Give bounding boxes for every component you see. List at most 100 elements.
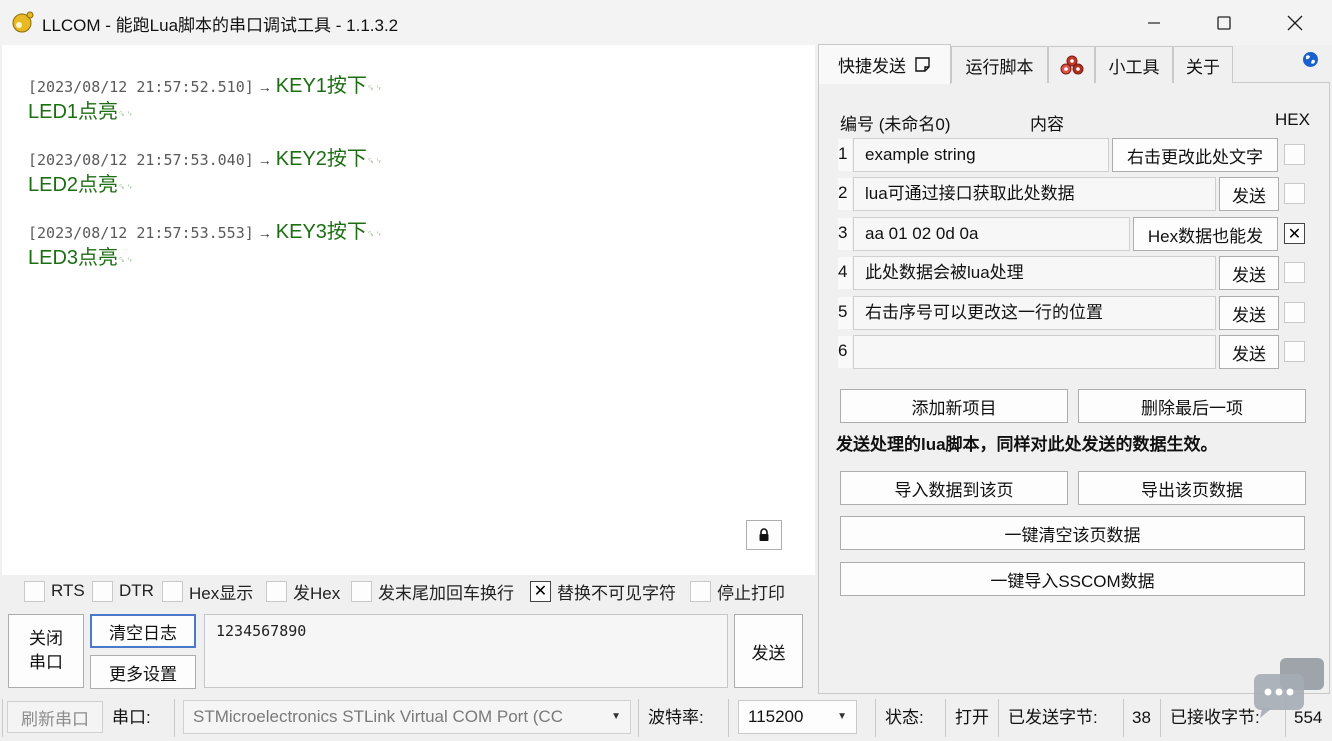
hex-checkbox[interactable] [1284,183,1305,204]
tab-about[interactable]: 关于 [1173,46,1233,83]
log-message: LED2点亮 [28,174,119,196]
arrow-icon: → [257,79,272,95]
log-line: LED3点亮␍␊ [28,245,383,271]
option-checkbox[interactable]: ✕ 替换不可见字符 [530,578,676,604]
status-separator [728,699,729,737]
baud-select[interactable]: 115200 ▼ [738,700,857,734]
lua-note: 发送处理的lua脚本，同样对此处发送的数据生效。 [836,435,1218,454]
crlf-icon: ␍␊ [118,182,135,192]
row-send-button[interactable]: 发送 [1219,256,1279,290]
quick-send-panel [818,82,1330,694]
clear-log-button[interactable]: 清空日志 [90,614,196,648]
hex-checkbox-checked[interactable]: ✕ [1284,223,1305,244]
tab-quick-send[interactable]: 快捷发送 [818,44,951,84]
crlf-icon: ␍␊ [118,255,135,265]
status-separator [875,699,876,737]
log-line: [2023/08/12 21:57:53.553] → KEY3按下␍␊ [28,219,383,245]
crlf-icon: ␍␊ [366,229,384,239]
lock-scroll-button[interactable] [746,520,782,550]
status-separator [945,699,946,737]
log-entry: [2023/08/12 21:57:53.040] → KEY2按下␍␊ LED2点亮… [28,146,383,198]
row-send-button[interactable]: 发送 [1219,177,1279,211]
option-label: 发Hex [293,583,341,603]
row-number[interactable]: 6 [838,336,852,368]
tab-tools[interactable]: 小工具 [1095,46,1173,83]
edit-note-icon [915,57,930,72]
checkbox-checked-icon[interactable]: ✕ [530,580,551,602]
row-number[interactable]: 3 [838,218,852,250]
row-send-button[interactable]: Hex数据也能发 [1133,217,1278,251]
row-content-field[interactable]: 右击序号可以更改这一行的位置 [853,296,1216,330]
checkbox-icon[interactable] [92,580,113,602]
chat-bubble-icon [1254,658,1324,718]
option-checkbox[interactable]: Hex显示 [162,578,253,604]
baud-value: 115200 [748,707,804,726]
chevron-down-icon: ▼ [837,711,847,722]
tab-cubes[interactable] [1048,46,1095,83]
minimize-button[interactable] [1124,0,1184,45]
hex-checkbox[interactable] [1284,341,1305,362]
checkbox-icon[interactable] [266,580,287,602]
clear-page-button[interactable]: 一键清空该页数据 [840,516,1305,550]
cubes-icon [1060,55,1083,75]
log-line: LED2点亮␍␊ [28,172,383,198]
close-port-button[interactable]: 关闭 串口 [8,614,84,688]
row-send-button[interactable]: 右击更改此处文字 [1112,138,1278,172]
row-send-button[interactable]: 发送 [1219,335,1279,369]
import-sscom-button[interactable]: 一键导入SSCOM数据 [840,562,1305,596]
row-content-field[interactable] [853,335,1216,369]
port-select[interactable]: STMicroelectronics STLink Virtual COM Po… [183,700,631,734]
maximize-button[interactable] [1194,0,1254,45]
add-item-button[interactable]: 添加新项目 [840,389,1068,423]
refresh-port-button[interactable]: 刷新串口 [7,701,103,733]
send-text-input[interactable]: 1234567890 [204,614,728,688]
tab-run-script[interactable]: 运行脚本 [951,46,1048,83]
row-content-field[interactable]: example string [853,138,1109,172]
hex-checkbox[interactable] [1284,302,1305,323]
option-checkbox[interactable]: RTS [24,578,85,604]
export-data-button[interactable]: 导出该页数据 [1078,471,1306,505]
send-button[interactable]: 发送 [734,614,803,688]
close-window-button[interactable] [1265,0,1325,45]
row-number[interactable]: 5 [838,297,852,329]
row-number[interactable]: 1 [838,139,852,171]
option-checkbox[interactable]: DTR [92,578,154,604]
checkbox-icon[interactable] [162,580,183,602]
option-checkbox[interactable]: 停止打印 [690,578,785,604]
minimize-icon [1148,21,1160,24]
option-checkbox[interactable]: 发末尾加回车换行 [351,578,514,604]
arrow-icon: → [257,225,272,241]
hex-checkbox[interactable] [1284,262,1305,283]
row-number[interactable]: 4 [838,257,852,289]
option-label: DTR [119,581,154,600]
import-data-button[interactable]: 导入数据到该页 [840,471,1068,505]
port-label: 串口: [112,708,151,727]
log-line: [2023/08/12 21:57:53.040] → KEY2按下␍␊ [28,146,383,172]
chevron-down-icon: ▼ [611,711,621,722]
row-send-button[interactable]: 发送 [1219,296,1279,330]
delete-last-button[interactable]: 删除最后一项 [1078,389,1306,423]
checkbox-icon[interactable] [24,580,45,602]
language-globe-icon[interactable] [1302,51,1319,68]
option-label: 发末尾加回车换行 [378,583,514,603]
option-label: Hex显示 [189,583,254,603]
row-content-field[interactable]: aa 01 02 0d 0a [853,217,1130,251]
row-content-field[interactable]: lua可通过接口获取此处数据 [853,177,1216,211]
row-number[interactable]: 2 [838,178,852,210]
app-logo-icon [12,11,34,33]
status-separator [998,699,999,737]
status-separator [638,699,639,737]
row-content-field[interactable]: 此处数据会被lua处理 [853,256,1216,290]
lock-icon [759,528,769,541]
log-message: KEY2按下 [275,148,367,170]
crlf-icon: ␍␊ [118,109,135,119]
checkbox-icon[interactable] [690,580,711,602]
more-settings-button[interactable]: 更多设置 [90,655,196,689]
sent-bytes-label: 已发送字节: [1008,708,1098,727]
hex-checkbox[interactable] [1284,144,1305,165]
status-separator [1160,699,1161,737]
checkbox-icon[interactable] [351,580,372,602]
header-hex: HEX [1275,110,1310,129]
baud-label: 波特率: [648,708,704,727]
option-checkbox[interactable]: 发Hex [266,578,340,604]
